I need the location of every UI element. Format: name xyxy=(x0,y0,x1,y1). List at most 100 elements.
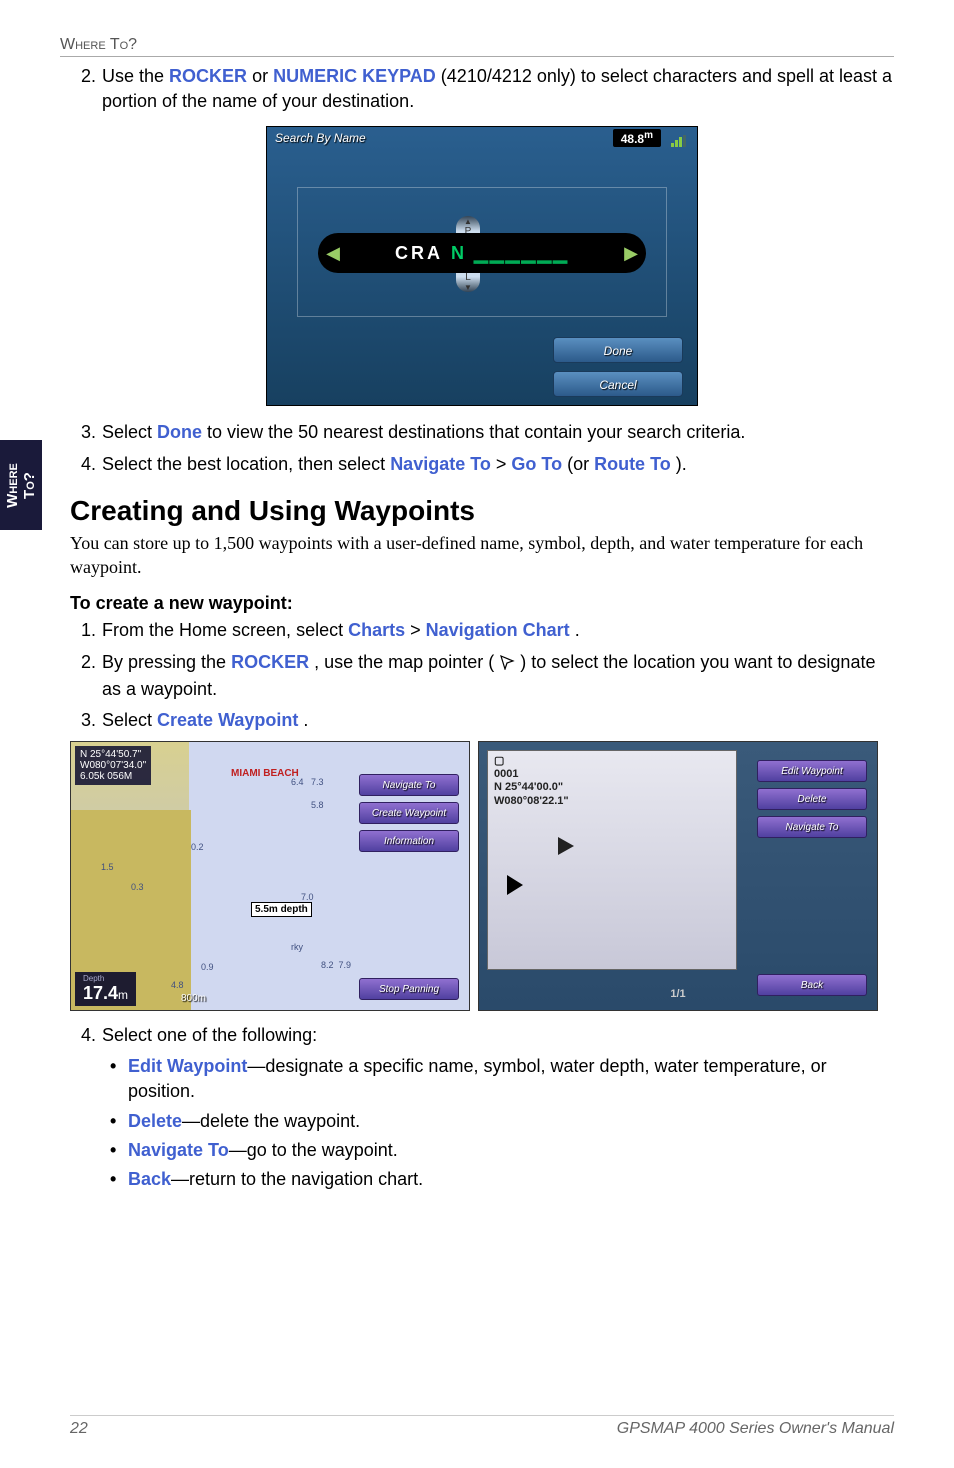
bullet-edit: • Edit Waypoint—designate a specific nam… xyxy=(110,1054,894,1104)
step-num: 2. xyxy=(70,650,96,702)
navigate-to-button[interactable]: Navigate To xyxy=(359,774,459,796)
wheel-up-icon[interactable]: ▲ xyxy=(456,217,480,226)
bullet-icon: • xyxy=(110,1167,128,1192)
text: , use the map pointer ( xyxy=(314,652,494,672)
dual-screenshots: N 25°44'50.7" W080°07'34.0" 6.05k 056M M… xyxy=(70,741,894,1011)
arrow-left-icon[interactable]: ◀ xyxy=(318,243,348,264)
spinner-container: ▲ P O N M L ▼ ◀ CRA N ▁▁▁▁▁▁ ▶ xyxy=(297,187,667,317)
bullet-navigate: • Navigate To—go to the waypoint. xyxy=(110,1138,894,1163)
bullet-icon: • xyxy=(110,1109,128,1134)
navigate-to-label: Navigate To xyxy=(128,1140,229,1160)
section-body: You can store up to 1,500 waypoints with… xyxy=(70,531,894,580)
navigate-to-link: Navigate To xyxy=(390,454,491,474)
text-bar: ◀ CRA N ▁▁▁▁▁▁ ▶ xyxy=(318,233,646,273)
text: —return to the navigation chart. xyxy=(171,1169,423,1189)
text: Select the best location, then select xyxy=(102,454,390,474)
rocker-label: ROCKER xyxy=(169,66,247,86)
step-num: 4. xyxy=(70,1023,96,1048)
waypoint-panel: ▢ 0001 N 25°44'00.0" W080°08'22.1" xyxy=(487,750,737,970)
charts-link: Charts xyxy=(348,620,405,640)
wheel-letter: L xyxy=(456,272,480,283)
depth-meter: Depth 17.4m xyxy=(75,972,136,1006)
stop-panning-button[interactable]: Stop Panning xyxy=(359,978,459,1000)
text: Select one of the following: xyxy=(102,1023,894,1048)
selection-arrow-icon xyxy=(518,831,578,866)
rocker-label: ROCKER xyxy=(231,652,309,672)
side-tab-line2: To? xyxy=(20,472,37,499)
numkeypad-label: NUMERIC KEYPAD xyxy=(273,66,436,86)
create-step-1: 1. From the Home screen, select Charts >… xyxy=(70,618,894,643)
text: . xyxy=(303,710,308,730)
delete-button[interactable]: Delete xyxy=(757,788,867,810)
screenshot-search-by-name: Search By Name 48.8m ▲ P O N M L ▼ ◀ CRA… xyxy=(266,126,698,406)
cancel-button[interactable]: Cancel xyxy=(553,371,683,397)
scale-bar: 800m xyxy=(181,993,206,1004)
step-3: 3. Select Done to view the 50 nearest de… xyxy=(70,420,894,445)
step-2: 2. Use the ROCKER or NUMERIC KEYPAD (421… xyxy=(70,64,894,114)
back-button[interactable]: Back xyxy=(757,974,867,996)
side-tab: Where To? xyxy=(0,440,42,530)
screen-title: Search By Name xyxy=(275,131,366,145)
edit-waypoint-label: Edit Waypoint xyxy=(128,1056,247,1076)
step-num: 2. xyxy=(70,64,96,114)
create-step-2: 2. By pressing the ROCKER , use the map … xyxy=(70,650,894,702)
text: —go to the waypoint. xyxy=(229,1140,398,1160)
route-to-link: Route To xyxy=(594,454,671,474)
bullet-icon: • xyxy=(110,1138,128,1163)
edit-waypoint-button[interactable]: Edit Waypoint xyxy=(757,760,867,782)
delete-label: Delete xyxy=(128,1111,182,1131)
create-waypoint-button[interactable]: Create Waypoint xyxy=(359,802,459,824)
page-indicator: 1/1 xyxy=(670,988,685,1000)
text: or xyxy=(252,66,273,86)
text: . xyxy=(575,620,580,640)
navigate-to-button[interactable]: Navigate To xyxy=(757,816,867,838)
status-depth: 48.8m xyxy=(613,129,661,147)
back-label: Back xyxy=(128,1169,171,1189)
waypoint-info: ▢ 0001 N 25°44'00.0" W080°08'22.1" xyxy=(494,755,569,808)
create-step-3: 3. Select Create Waypoint . xyxy=(70,708,894,733)
text: > xyxy=(410,620,426,640)
arrow-icon xyxy=(465,871,525,904)
text: —delete the waypoint. xyxy=(182,1111,360,1131)
coords-box: N 25°44'50.7" W080°07'34.0" 6.05k 056M xyxy=(75,746,151,785)
bullet-back: • Back—return to the navigation chart. xyxy=(110,1167,894,1192)
depth-callout: 5.5m depth xyxy=(251,902,312,917)
page-number: 22 xyxy=(70,1420,88,1438)
text: By pressing the xyxy=(102,652,231,672)
page-footer: 22 GPSMAP 4000 Series Owner's Manual xyxy=(70,1415,894,1438)
step-num: 4. xyxy=(70,452,96,477)
text: (or xyxy=(567,454,594,474)
text: to view the 50 nearest destinations that… xyxy=(207,422,745,442)
step-num: 1. xyxy=(70,618,96,643)
map-label-miami: MIAMI BEACH xyxy=(231,768,299,779)
subheading-create: To create a new waypoint: xyxy=(70,593,894,614)
step-4: 4. Select the best location, then select… xyxy=(70,452,894,477)
bullet-delete: • Delete—delete the waypoint. xyxy=(110,1109,894,1134)
screenshot-chart: N 25°44'50.7" W080°07'34.0" 6.05k 056M M… xyxy=(70,741,470,1011)
wheel-down-icon[interactable]: ▼ xyxy=(456,283,480,292)
step-4-select: 4. Select one of the following: xyxy=(70,1023,894,1048)
text: Select xyxy=(102,710,157,730)
side-tab-line1: Where xyxy=(4,463,21,508)
done-button[interactable]: Done xyxy=(553,337,683,363)
bullet-icon: • xyxy=(110,1054,128,1104)
nav-chart-link: Navigation Chart xyxy=(426,620,570,640)
go-to-link: Go To xyxy=(511,454,562,474)
signal-icon xyxy=(671,131,691,143)
text: Use the xyxy=(102,66,169,86)
text: > xyxy=(496,454,512,474)
text: Select xyxy=(102,422,157,442)
information-button[interactable]: Information xyxy=(359,830,459,852)
done-link: Done xyxy=(157,422,202,442)
create-waypoint-link: Create Waypoint xyxy=(157,710,298,730)
step-num: 3. xyxy=(70,708,96,733)
text: From the Home screen, select xyxy=(102,620,348,640)
page-header: Where To? xyxy=(60,36,894,57)
manual-title: GPSMAP 4000 Series Owner's Manual xyxy=(617,1420,894,1438)
entered-text: CRA xyxy=(395,243,443,263)
screenshot-waypoint: ▢ 0001 N 25°44'00.0" W080°08'22.1" 1/1 E… xyxy=(478,741,878,1011)
text: ). xyxy=(676,454,687,474)
section-heading: Creating and Using Waypoints xyxy=(70,495,894,527)
pointer-icon xyxy=(499,652,515,677)
arrow-right-icon[interactable]: ▶ xyxy=(616,243,646,264)
